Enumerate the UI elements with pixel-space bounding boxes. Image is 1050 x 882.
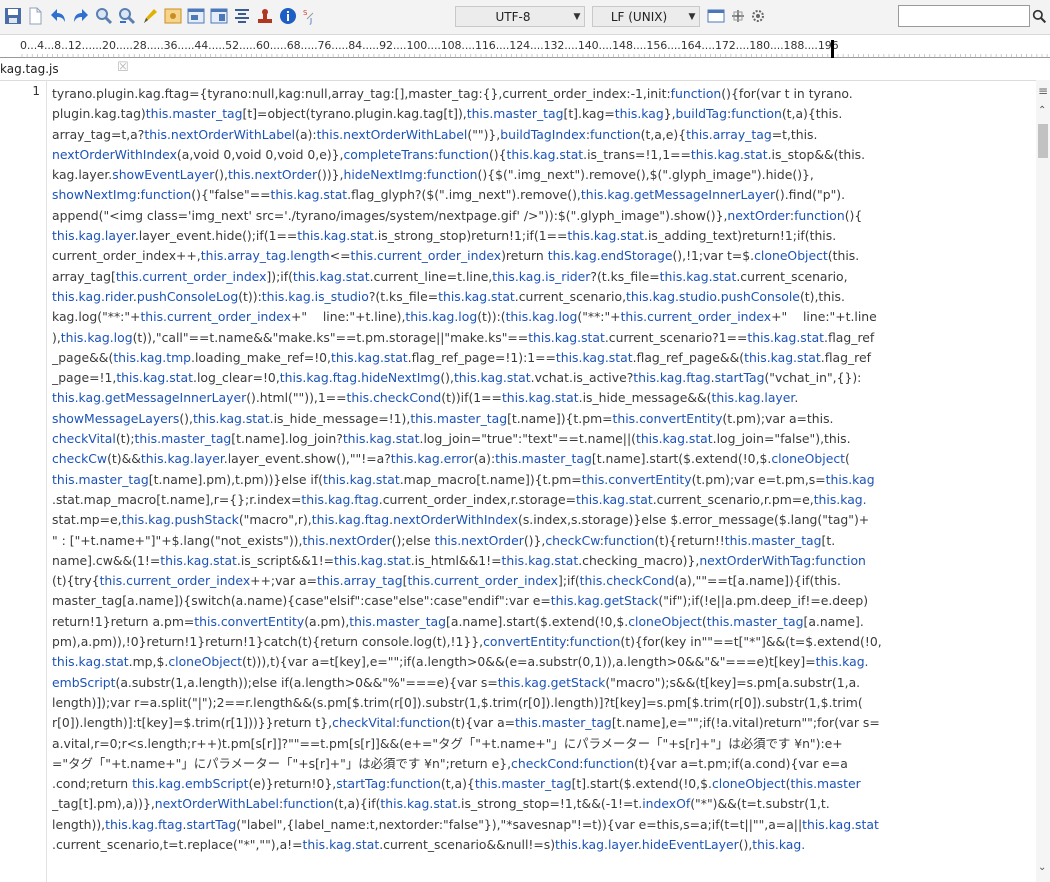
code-line[interactable]: current_order_index++,this.array_tag.len… — [52, 246, 1030, 266]
code-line[interactable]: checkVital(t);this.master_tag[t.name].lo… — [52, 429, 1030, 449]
code-line[interactable]: this.kag.rider.pushConsoleLog(t)):this.k… — [52, 287, 1030, 307]
code-text[interactable]: tyrano.plugin.kag.ftag={tyrano:null,kag:… — [52, 84, 1030, 855]
code-line[interactable]: this.kag.getMessageInnerLayer().html("")… — [52, 388, 1030, 408]
save-icon[interactable] — [3, 6, 23, 26]
line-ending-select[interactable]: LF (UNIX) ▼ — [592, 6, 700, 27]
code-line[interactable]: _page=!1,this.kag.stat.log_clear=!0,this… — [52, 368, 1030, 388]
highlight-pen-icon[interactable] — [140, 6, 160, 26]
code-line[interactable]: _tag[t].pm),a))},nextOrderWithLabel:func… — [52, 794, 1030, 814]
chevron-down-icon: ▼ — [573, 11, 581, 22]
code-line[interactable]: r[0]).length)]:t[key]=$.trim(r[1]))}}ret… — [52, 713, 1030, 733]
code-line[interactable]: ="タグ「"+t.name+"」にパラメーター「"+s[r]+"」は必須です ¥… — [52, 754, 1030, 774]
code-line[interactable]: embScript(a.substr(1,a.length));else if(… — [52, 673, 1030, 693]
code-line[interactable]: tyrano.plugin.kag.ftag={tyrano:null,kag:… — [52, 84, 1030, 104]
scroll-down-icon[interactable]: ⌄ — [1038, 862, 1046, 873]
window-icon[interactable] — [186, 6, 206, 26]
code-line[interactable]: .current_scenario,t=t.replace("*",""),a!… — [52, 835, 1030, 855]
line-number: 1 — [32, 84, 40, 98]
code-line[interactable]: append("<img class='img_next' src='./tyr… — [52, 206, 1030, 226]
grid-icon[interactable] — [728, 6, 748, 26]
find-icon[interactable] — [94, 6, 114, 26]
encoding-value: UTF-8 — [495, 9, 531, 24]
code-editor[interactable]: 1 tyrano.plugin.kag.ftag={tyrano:null,ka… — [0, 80, 1036, 882]
svg-text:J: J — [309, 17, 312, 25]
scroll-up-icon[interactable]: ⌃ — [1038, 105, 1046, 116]
code-line[interactable]: checkCw(t)&&this.kag.layer.layer_event.s… — [52, 449, 1030, 469]
image-icon[interactable] — [163, 6, 183, 26]
code-line[interactable]: " : ["+t.name+"]"+$.lang("not_exists")),… — [52, 531, 1030, 551]
tab-filename: kag.tag.js — [0, 62, 59, 76]
code-line[interactable]: return!1}return a.pm=this.convertEntity(… — [52, 612, 1030, 632]
code-line[interactable]: nextOrderWithIndex(a,void 0,void 0,void … — [52, 145, 1030, 165]
code-line[interactable]: master_tag[a.name]){switch(a.name){case"… — [52, 591, 1030, 611]
undo-icon[interactable] — [48, 6, 68, 26]
chevron-down-icon: ▼ — [688, 11, 696, 22]
code-line[interactable]: showNextImg:function(){"false"==this.kag… — [52, 185, 1030, 205]
code-line[interactable]: (t){try{this.current_order_index++;var a… — [52, 571, 1030, 591]
new-document-icon[interactable] — [25, 6, 45, 26]
code-line[interactable]: ),this.kag.log(t)),"call"==t.name&&"make… — [52, 328, 1030, 348]
search-input[interactable] — [898, 5, 1030, 27]
search-icon[interactable] — [1030, 5, 1048, 27]
align-text-icon[interactable] — [232, 6, 252, 26]
code-line[interactable]: a.vital,r=0;r<s.length;r++)t.pm[s[r]]?""… — [52, 734, 1030, 754]
layout-window-icon[interactable] — [706, 6, 726, 26]
line-ending-value: LF (UNIX) — [610, 9, 668, 24]
code-line[interactable]: this.kag.stat.mp,$.cloneObject(t))),t){v… — [52, 652, 1030, 672]
code-line[interactable]: length)]);var r=a.split("|");2==r.length… — [52, 693, 1030, 713]
code-line[interactable]: kag.log("**:"+this.current_order_index+"… — [52, 307, 1030, 327]
line-number-gutter: 1 — [0, 80, 47, 882]
code-line[interactable]: kag.layer.showEventLayer(),this.nextOrde… — [52, 165, 1030, 185]
tab-bar: kag.tag.js ☒ — [0, 58, 1050, 81]
find-previous-icon[interactable] — [117, 6, 137, 26]
column-ruler: 0...4...8..12......20.....28.....36.....… — [0, 36, 1050, 58]
tab-close-icon[interactable]: ☒ — [117, 60, 129, 75]
code-line[interactable]: this.kag.layer.layer_event.hide();if(1==… — [52, 226, 1030, 246]
info-icon[interactable] — [278, 6, 298, 26]
code-line[interactable]: .cond;return this.kag.embScript(e)}retur… — [52, 774, 1030, 794]
redo-icon[interactable] — [71, 6, 91, 26]
stamp-icon[interactable] — [255, 6, 275, 26]
code-line[interactable]: stat.mp=e,this.kag.pushStack("macro",r),… — [52, 510, 1030, 530]
encoding-select[interactable]: UTF-8 ▼ — [455, 6, 585, 27]
code-line[interactable]: length)),this.kag.ftag.startTag("label",… — [52, 815, 1030, 835]
code-line[interactable]: name].cw&&(1!=this.kag.stat.is_script&&1… — [52, 551, 1030, 571]
code-line[interactable]: array_tag[this.current_order_index]);if(… — [52, 267, 1030, 287]
ruler-ticks — [0, 54, 1050, 58]
code-line[interactable]: pm),a.pm)),!0}return!1}return!1}catch(t)… — [52, 632, 1030, 652]
toolbar: SJ UTF-8 ▼ LF (UNIX) ▼ — [0, 0, 1050, 35]
ruler-cursor-marker — [831, 40, 834, 58]
code-line[interactable]: this.master_tag[t.name].pm),t.pm))}else … — [52, 470, 1030, 490]
panel-icon[interactable] — [209, 6, 229, 26]
settings-gear-icon[interactable] — [748, 6, 768, 26]
code-line[interactable]: array_tag=t,a?this.nextOrderWithLabel(a)… — [52, 125, 1030, 145]
charset-icon[interactable]: SJ — [301, 6, 321, 26]
svg-text:S: S — [303, 9, 308, 17]
scrollbar-thumb[interactable] — [1038, 124, 1048, 158]
code-line[interactable]: _page&&(this.kag.tmp.loading_make_ref=!0… — [52, 348, 1030, 368]
code-line[interactable]: .stat.map_macro[t.name],r={};r.index=thi… — [52, 490, 1030, 510]
code-line[interactable]: showMessageLayers(),this.kag.stat.is_hid… — [52, 409, 1030, 429]
menu-lines-icon[interactable]: ≡ — [1038, 84, 1048, 98]
tab-kag-tag-js[interactable]: kag.tag.js ☒ — [0, 58, 140, 80]
vertical-scrollbar[interactable]: ≡ ⌃ ⌄ — [1036, 80, 1050, 882]
code-line[interactable]: plugin.kag.tag)this.master_tag[t]=object… — [52, 104, 1030, 124]
